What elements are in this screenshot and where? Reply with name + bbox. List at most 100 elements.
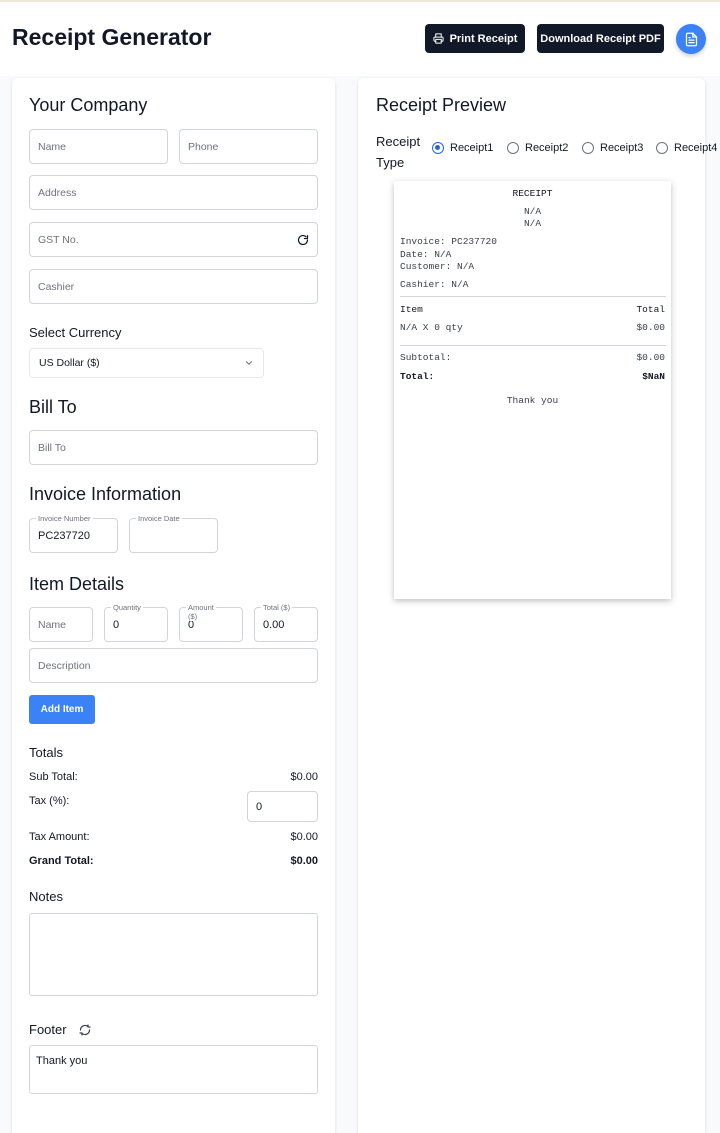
receipt-type-label: Receipt Type <box>376 131 420 173</box>
item-name-input[interactable]: Name <box>29 607 93 642</box>
subtotal-label: Sub Total: <box>29 771 78 783</box>
currency-select[interactable]: US Dollar ($) <box>29 348 264 378</box>
add-item-label: Add Item <box>40 704 84 715</box>
receipt-item-line: N/A X 0 qty <box>400 322 463 333</box>
receipt-col-total: Total <box>636 304 665 315</box>
footer-textarea[interactable]: Thank you <box>29 1045 318 1094</box>
receipt-footer: Thank you <box>506 395 559 406</box>
company-heading: Your Company <box>29 95 148 115</box>
invoice-date-label: Invoice Date <box>136 514 182 523</box>
receipt-option-4[interactable]: Receipt4 <box>656 142 717 154</box>
download-pdf-button[interactable]: Download Receipt PDF <box>537 24 664 53</box>
radio-checked-icon[interactable] <box>432 142 444 154</box>
footer-heading-row: Footer <box>29 1022 91 1037</box>
download-pdf-label: Download Receipt PDF <box>540 32 661 45</box>
cashier-input[interactable]: Cashier <box>29 269 318 304</box>
receipt-option-3-label: Receipt3 <box>600 142 644 154</box>
receipt-customer: Customer: N/A <box>400 261 475 272</box>
printer-icon <box>432 33 444 44</box>
item-description-placeholder: Description <box>38 659 91 672</box>
item-total-value: 0.00 <box>263 618 285 631</box>
item-name-placeholder: Name <box>38 618 67 631</box>
receipt-divider <box>400 296 666 297</box>
receipt-company-line1: N/A <box>523 206 542 217</box>
receipt-subtotal-label: Subtotal: <box>400 352 452 363</box>
gst-input[interactable]: GST No. <box>29 222 318 257</box>
document-fab-button[interactable] <box>676 24 706 54</box>
preview-heading: Receipt Preview <box>376 95 507 115</box>
print-receipt-label: Print Receipt <box>449 32 518 45</box>
item-quantity-input[interactable]: Quantity 0 <box>104 603 168 642</box>
refresh-icon[interactable] <box>78 1023 91 1036</box>
receipt-cashier: Cashier: N/A <box>400 279 469 290</box>
app-title: Receipt Generator <box>12 24 212 50</box>
item-quantity-value: 0 <box>113 618 120 631</box>
item-quantity-label: Quantity <box>111 603 143 612</box>
bill-to-placeholder: Bill To <box>38 441 66 454</box>
receipt-type-label-line2: Type <box>376 155 405 170</box>
item-amount-input[interactable]: Amount ($) 0 <box>179 603 243 642</box>
invoice-date-input[interactable]: Invoice Date <box>129 514 218 553</box>
invoice-number-label: Invoice Number <box>36 514 93 523</box>
item-details-heading: Item Details <box>29 574 125 594</box>
invoice-number-input[interactable]: Invoice Number PC237720 <box>29 514 118 553</box>
receipt-total-value: $NaN <box>642 371 665 382</box>
receipt-item-total: $0.00 <box>636 322 665 333</box>
receipt-subtotal-value: $0.00 <box>636 352 665 363</box>
notes-heading: Notes <box>29 889 63 904</box>
receipt-option-4-label: Receipt4 <box>674 142 718 154</box>
item-amount-label: Amount ($) <box>186 603 216 621</box>
receipt-option-1[interactable]: Receipt1 <box>432 142 493 154</box>
tax-amount-value: $0.00 <box>290 831 318 843</box>
item-total-label: Total ($) <box>261 603 293 612</box>
footer-heading: Footer <box>29 1022 67 1037</box>
company-name-input[interactable]: Name <box>29 129 168 164</box>
notes-textarea[interactable] <box>29 913 318 996</box>
currency-label: Select Currency <box>29 325 122 340</box>
radio-unchecked-icon[interactable] <box>582 142 594 154</box>
grand-total-value: $0.00 <box>290 855 318 867</box>
gst-placeholder: GST No. <box>38 233 79 246</box>
receipt-company-line2: N/A <box>523 218 542 229</box>
receipt-divider <box>400 345 666 346</box>
print-receipt-button[interactable]: Print Receipt <box>425 24 525 53</box>
receipt-option-1-label: Receipt1 <box>450 142 494 154</box>
currency-value: US Dollar ($) <box>39 357 100 369</box>
bill-to-input[interactable]: Bill To <box>29 430 318 465</box>
company-phone-placeholder: Phone <box>188 140 219 153</box>
bill-to-heading: Bill To <box>29 397 77 417</box>
receipt-title: RECEIPT <box>512 188 553 199</box>
tax-input[interactable]: 0 <box>247 791 318 822</box>
cashier-placeholder: Cashier <box>38 280 75 293</box>
receipt-invoice: Invoice: PC237720 <box>400 236 497 247</box>
app-header: Receipt Generator Print Receipt Download… <box>0 2 720 76</box>
grand-total-label: Grand Total: <box>29 855 94 867</box>
item-total-input[interactable]: Total ($) 0.00 <box>254 603 318 642</box>
tax-label: Tax (%): <box>29 795 70 807</box>
footer-value: Thank you <box>36 1055 88 1067</box>
radio-unchecked-icon[interactable] <box>507 142 519 154</box>
company-address-placeholder: Address <box>38 186 77 199</box>
document-icon <box>685 32 697 46</box>
radio-unchecked-icon[interactable] <box>656 142 668 154</box>
tax-value: 0 <box>256 800 263 813</box>
receipt-date: Date: N/A <box>400 249 452 260</box>
refresh-icon[interactable] <box>297 234 309 246</box>
invoice-number-value: PC237720 <box>38 529 90 542</box>
chevron-down-icon <box>245 361 253 365</box>
company-name-placeholder: Name <box>38 140 67 153</box>
receipt-option-2-label: Receipt2 <box>525 142 569 154</box>
receipt-total-label: Total: <box>400 371 435 382</box>
company-address-input[interactable]: Address <box>29 175 318 210</box>
subtotal-value: $0.00 <box>290 771 318 783</box>
item-description-input[interactable]: Description <box>29 648 318 683</box>
receipt-option-2[interactable]: Receipt2 <box>507 142 568 154</box>
receipt-type-label-line1: Receipt <box>376 134 421 149</box>
totals-heading: Totals <box>29 745 63 760</box>
invoice-heading: Invoice Information <box>29 484 182 504</box>
tax-amount-label: Tax Amount: <box>29 831 90 843</box>
receipt-option-3[interactable]: Receipt3 <box>582 142 643 154</box>
receipt-col-item: Item <box>400 304 423 315</box>
add-item-button[interactable]: Add Item <box>29 695 95 724</box>
company-phone-input[interactable]: Phone <box>179 129 318 164</box>
